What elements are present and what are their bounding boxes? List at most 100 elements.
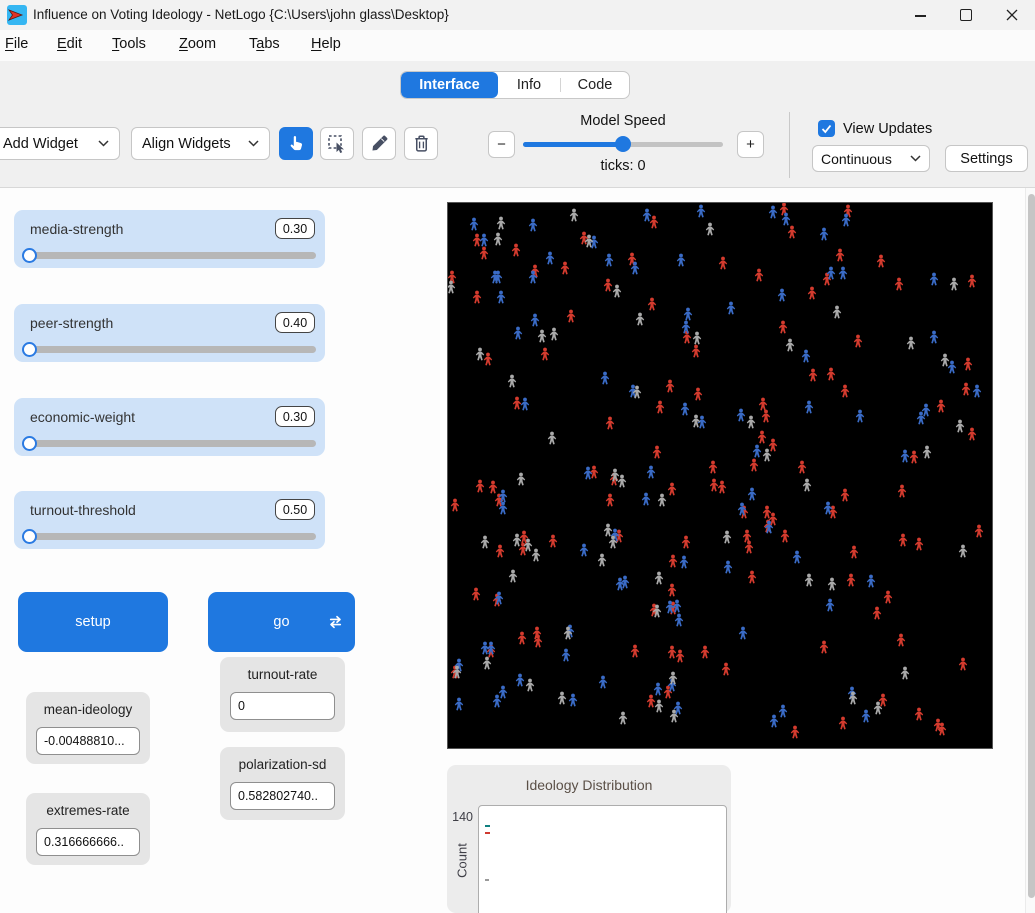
person-agent-blue: [726, 301, 736, 315]
minimize-button[interactable]: [897, 0, 943, 30]
maximize-button[interactable]: [943, 0, 989, 30]
slider-value-box[interactable]: 0.40: [275, 312, 315, 333]
person-agent-red: [936, 399, 946, 413]
menu-help[interactable]: Help: [311, 36, 341, 52]
person-agent-red: [517, 631, 527, 645]
vertical-scrollbar[interactable]: [1025, 188, 1035, 913]
tab-code[interactable]: Code: [561, 72, 629, 98]
speed-slider-thumb[interactable]: [615, 136, 631, 152]
person-agent-gray: [940, 353, 950, 367]
person-agent-gray: [549, 327, 559, 341]
person-agent-red: [675, 649, 685, 663]
slider-track[interactable]: [23, 346, 316, 353]
close-button[interactable]: [989, 0, 1035, 30]
speed-increase-button[interactable]: +: [737, 131, 764, 158]
select-hand-button[interactable]: [279, 127, 313, 160]
slider-track[interactable]: [23, 533, 316, 540]
chevron-down-icon: [910, 155, 921, 162]
add-widget-label: Add Widget: [3, 136, 78, 152]
pencil-icon: [370, 134, 389, 153]
setup-button[interactable]: setup: [18, 592, 168, 652]
speed-decrease-button[interactable]: −: [488, 131, 515, 158]
world-view[interactable]: [447, 202, 993, 749]
go-button[interactable]: go: [208, 592, 355, 652]
plot-y-tick: 140: [447, 810, 473, 824]
tab-info[interactable]: Info: [498, 72, 560, 98]
person-agent-red: [495, 544, 505, 558]
view-updates-checkbox[interactable]: [818, 120, 835, 137]
menu-zoom[interactable]: Zoom: [179, 36, 216, 52]
slider-value-box[interactable]: 0.30: [275, 406, 315, 427]
person-agent-blue: [777, 288, 787, 302]
person-agent-red: [840, 488, 850, 502]
person-agent-blue: [696, 204, 706, 218]
person-agent-gray: [669, 709, 679, 723]
person-agent-red: [471, 587, 481, 601]
marquee-select-button[interactable]: [320, 127, 354, 160]
person-agent-gray: [493, 232, 503, 246]
align-widgets-dropdown[interactable]: Align Widgets: [131, 127, 270, 160]
update-mode-dropdown[interactable]: Continuous: [812, 145, 930, 172]
menu-tools[interactable]: Tools: [112, 36, 146, 52]
slider-thumb[interactable]: [22, 248, 37, 263]
person-agent-gray: [496, 216, 506, 230]
person-agent-gray: [906, 336, 916, 350]
person-agent-gray: [516, 472, 526, 486]
person-agent-gray: [804, 573, 814, 587]
person-agent-gray: [873, 701, 883, 715]
person-agent-red: [681, 535, 691, 549]
slider-thumb[interactable]: [22, 436, 37, 451]
hand-pointer-icon: [287, 134, 306, 153]
toolbar-separator: [789, 112, 790, 178]
person-agent-gray: [537, 329, 547, 343]
scrollbar-thumb[interactable]: [1028, 194, 1035, 898]
person-agent-blue: [681, 320, 691, 334]
slider-value-box[interactable]: 0.50: [275, 499, 315, 520]
plot-pen-mark: [485, 879, 489, 881]
person-agent-red: [909, 450, 919, 464]
slider-value-box[interactable]: 0.30: [275, 218, 315, 239]
menu-tabs[interactable]: Tabs: [249, 36, 280, 52]
person-agent-blue: [826, 266, 836, 280]
person-agent-blue: [515, 673, 525, 687]
person-agent-blue: [738, 626, 748, 640]
person-agent-red: [667, 482, 677, 496]
person-agent-gray: [832, 305, 842, 319]
person-agent-red: [693, 387, 703, 401]
person-agent-red: [475, 479, 485, 493]
model-speed-label: Model Speed: [523, 113, 723, 129]
slider-thumb[interactable]: [22, 529, 37, 544]
person-agent-gray: [603, 523, 613, 537]
settings-button[interactable]: Settings: [945, 145, 1028, 172]
edit-widget-button[interactable]: [362, 127, 396, 160]
person-agent-blue: [530, 313, 540, 327]
add-widget-dropdown[interactable]: Add Widget: [0, 127, 120, 160]
slider-track[interactable]: [23, 440, 316, 447]
person-agent-red: [691, 344, 701, 358]
person-agent-red: [667, 583, 677, 597]
menu-file[interactable]: File: [5, 36, 28, 52]
person-agent-red: [967, 274, 977, 288]
person-agent-blue: [676, 253, 686, 267]
person-agent-gray: [746, 415, 756, 429]
tab-interface[interactable]: Interface: [401, 72, 498, 98]
model-speed-slider[interactable]: [523, 142, 723, 147]
person-agent-red: [840, 384, 850, 398]
person-agent-blue: [598, 675, 608, 689]
person-agent-blue: [479, 233, 489, 247]
slider-thumb[interactable]: [22, 342, 37, 357]
menu-edit[interactable]: Edit: [57, 36, 82, 52]
forever-loop-icon: [327, 614, 344, 631]
netlogo-app-icon: [7, 5, 27, 25]
person-agent-red: [744, 540, 754, 554]
person-agent-gray: [475, 347, 485, 361]
monitor-value: 0.316666666..: [36, 828, 140, 856]
delete-widget-button[interactable]: [404, 127, 438, 160]
person-agent-blue: [528, 270, 538, 284]
person-agent-red: [883, 590, 893, 604]
chevron-down-icon: [248, 140, 259, 147]
person-agent-gray: [557, 691, 567, 705]
person-agent-red: [846, 573, 856, 587]
slider-track[interactable]: [23, 252, 316, 259]
person-agent-red: [896, 633, 906, 647]
